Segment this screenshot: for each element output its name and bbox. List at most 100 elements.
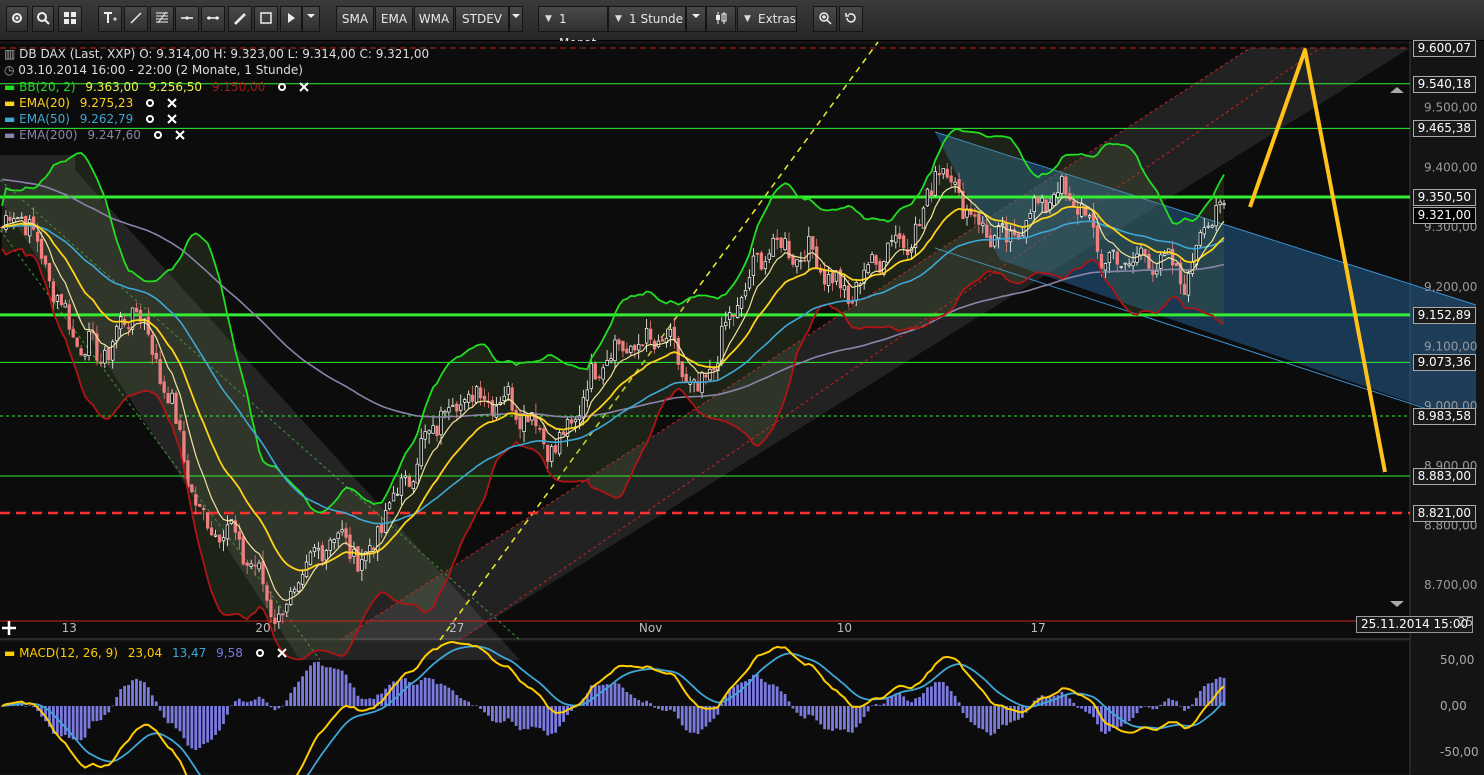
macd-bar [455, 695, 459, 706]
interval-select[interactable]: ▼ 1 Stunde [608, 6, 686, 32]
macd-bar [83, 706, 87, 738]
candle-body [518, 416, 522, 430]
macd-bar [419, 680, 423, 706]
candle-body [1000, 223, 1005, 225]
level-price-tag[interactable]: 8.821,00 [1412, 505, 1476, 522]
legend-ema50[interactable]: ▬ EMA(50) 9.262,79 [4, 112, 177, 127]
ema20-close-icon[interactable] [167, 98, 177, 108]
level-price-tag[interactable]: 9.600,07 [1412, 40, 1476, 57]
candle-body [755, 252, 760, 255]
ema50-close-icon[interactable] [167, 114, 177, 124]
chart-type-dropdown-button[interactable] [686, 6, 706, 32]
candle-body [973, 214, 977, 217]
indicator-wma-button[interactable]: WMA [414, 6, 454, 32]
horizontal-line-button[interactable] [175, 6, 199, 32]
candle-body [712, 367, 716, 371]
zoom-in-button[interactable] [813, 6, 837, 32]
candle-body [281, 613, 285, 616]
legend-macd[interactable]: ▬ MACD(12, 26, 9) 23,04 13,47 9,58 [4, 646, 287, 661]
level-price-tag[interactable]: 9.465,38 [1412, 120, 1476, 138]
candle-body [917, 223, 922, 227]
macd-bar [680, 706, 684, 726]
macd-value-3: 9,58 [216, 646, 243, 660]
legend-bb[interactable]: ▬ BB(20, 2) 9.363,00 9.256,50 9.150,00 [4, 80, 309, 95]
settings-button[interactable] [6, 6, 28, 32]
chevron-down-icon: ▼ [744, 14, 751, 24]
macd-bar [1135, 706, 1139, 714]
candle-body [257, 562, 261, 570]
macd-bar [609, 684, 613, 706]
macd-bar [759, 678, 763, 706]
ema50-settings-icon[interactable] [145, 114, 155, 124]
legend-ema200[interactable]: ▬ EMA(200) 9.247,60 [4, 128, 185, 143]
macd-bar [629, 694, 633, 706]
zoom-in-icon [814, 11, 836, 25]
macd-bar [103, 706, 107, 715]
indicator-label: EMA [380, 12, 408, 26]
macd-bar [344, 674, 348, 706]
macd-bar [692, 706, 696, 733]
ema20-settings-icon[interactable] [145, 98, 155, 108]
trendline-tool-button[interactable] [124, 6, 148, 32]
macd-bar [870, 705, 874, 707]
macd-bar [835, 706, 838, 729]
indicator-stdev-button[interactable]: STDEV [455, 6, 509, 32]
macd-close-icon[interactable] [276, 648, 287, 658]
price-chart[interactable]: 9.500,009.400,009.300,009.200,009.100,00… [0, 41, 1484, 775]
candle-body [629, 345, 633, 353]
macd-bar [483, 706, 486, 713]
indicator-dropdown-button[interactable] [509, 6, 523, 32]
level-price-tag[interactable]: 8.883,00 [1412, 467, 1476, 485]
candle-body [921, 207, 926, 229]
x-tick-label: 13 [62, 621, 77, 635]
candle-body [708, 368, 712, 381]
macd-tick-label: -50,00 [1440, 745, 1479, 759]
indicator-ema-button[interactable]: EMA [375, 6, 413, 32]
legend-ema20[interactable]: ▬ EMA(20) 9.275,23 [4, 96, 177, 111]
range-select[interactable]: ▼1 Monat [538, 6, 608, 50]
extras-menu[interactable]: ▼ Extras [737, 6, 797, 32]
ema200-close-icon[interactable] [174, 130, 185, 140]
macd-bar [1139, 706, 1143, 709]
reset-button[interactable] [839, 6, 863, 32]
candle-body [1087, 215, 1092, 218]
candle-body [546, 444, 550, 462]
macd-bar [597, 685, 601, 706]
layout-button[interactable] [58, 6, 82, 32]
bb-settings-icon[interactable] [277, 82, 287, 92]
level-price-tag[interactable]: 9.152,89 [1412, 306, 1476, 324]
macd-bar [336, 669, 340, 706]
candle-body [953, 181, 957, 185]
tools-dropdown-button[interactable] [302, 6, 320, 32]
candle-body [985, 224, 989, 238]
macd-bar [929, 686, 933, 706]
level-price-tag[interactable]: 8.983,58 [1412, 407, 1476, 425]
macd-settings-icon[interactable] [255, 648, 265, 658]
pointer-tool-button[interactable] [280, 6, 302, 32]
macd-bar [997, 706, 1001, 730]
candle-body [949, 175, 953, 183]
bb-close-icon[interactable] [299, 82, 309, 92]
level-price-tag[interactable]: 9.540,18 [1412, 75, 1476, 93]
zoom-button[interactable] [32, 6, 54, 32]
indicator-sma-button[interactable]: SMA [336, 6, 374, 32]
level-price-tag[interactable]: 9.073,36 [1412, 354, 1476, 372]
ema200-settings-icon[interactable] [153, 130, 163, 140]
level-price-tag[interactable]: 9.350,50 [1412, 188, 1476, 206]
ray-tool-button[interactable] [201, 6, 225, 32]
rectangle-tool-button[interactable] [254, 6, 278, 32]
candle-body [779, 237, 783, 248]
pencil-tool-button[interactable] [228, 6, 252, 32]
candle-body [704, 375, 708, 378]
fibonacci-tool-button[interactable] [150, 6, 174, 32]
macd-bar [1013, 706, 1016, 721]
macd-bar [613, 682, 617, 706]
macd-bar [150, 695, 154, 706]
candle-body [870, 254, 874, 263]
candlestick-type-button[interactable] [706, 6, 736, 32]
candle-body [336, 532, 340, 540]
macd-bar [28, 705, 32, 707]
candle-body [1099, 253, 1104, 269]
macd-bar [1072, 702, 1076, 706]
text-tool-button[interactable] [98, 6, 122, 32]
